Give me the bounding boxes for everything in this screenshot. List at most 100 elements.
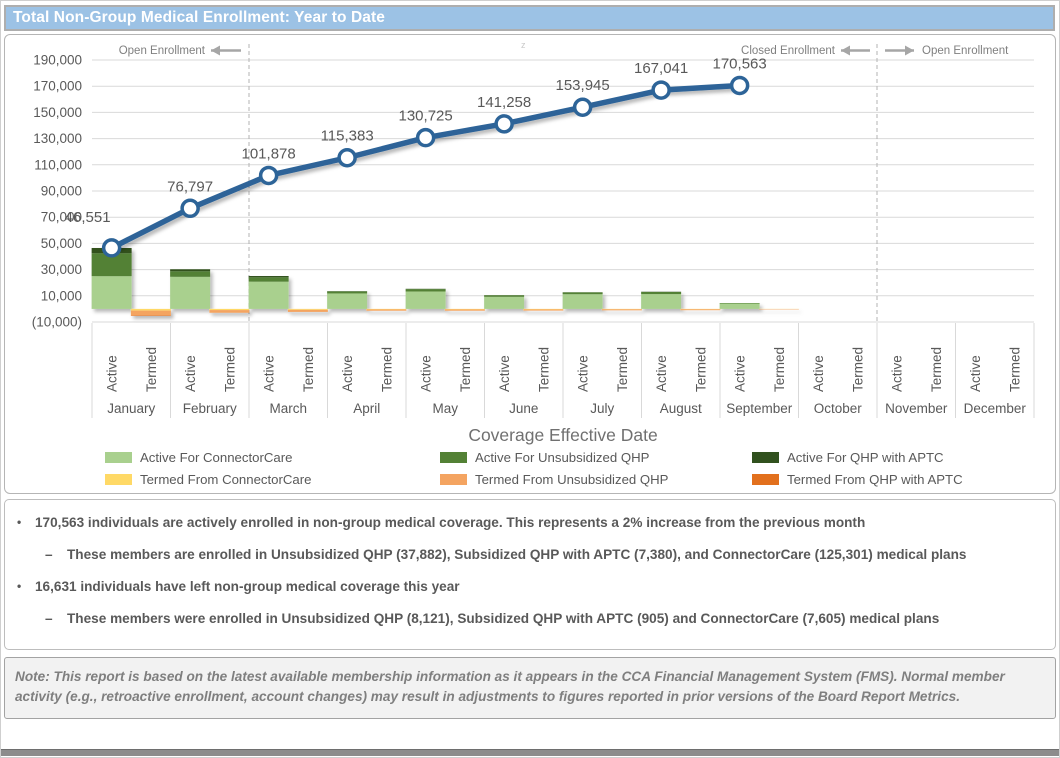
bullet-text: 16,631 individuals have left non-group m… [35, 579, 460, 596]
active-bar-connectorcare-march [249, 282, 289, 309]
termed-bar-connectorcare-april [366, 309, 406, 310]
active-bar-connectorcare-may [406, 291, 446, 308]
data-label-may: 130,725 [399, 108, 453, 125]
data-label-february: 76,797 [167, 178, 213, 195]
termed-bar-connectorcare-may [445, 309, 485, 310]
y-tick-label: 50,000 [41, 236, 82, 251]
month-label-september: September [726, 401, 793, 416]
termed-bar-unsubsidized_qhp-march [288, 310, 328, 312]
data-label-july: 153,945 [556, 77, 610, 94]
sub-label-termed-january: Termed [144, 347, 159, 392]
y-tick-label: 10,000 [41, 288, 82, 303]
annotation-arrow-head [905, 46, 914, 56]
legend-item-3: Termed From ConnectorCare [105, 472, 440, 487]
report-page: { "header": { "title": "Total Non-Group … [0, 0, 1060, 758]
y-tick-label: 30,000 [41, 262, 82, 277]
y-tick-label: 190,000 [33, 53, 82, 68]
sub-label-termed-june: Termed [536, 347, 551, 392]
active-bar-unsubsidized_qhp-july [563, 292, 603, 294]
x-axis-title: Coverage Effective Date [468, 425, 657, 445]
page-title: Total Non-Group Medical Enrollment: Year… [13, 9, 385, 26]
line-marker-august [653, 82, 669, 98]
month-label-october: October [814, 401, 863, 416]
termed-bar-unsubsidized_qhp-february [209, 310, 249, 312]
month-label-july: July [590, 401, 614, 416]
line-marker-april [339, 150, 355, 166]
y-tick-label: 170,000 [33, 79, 82, 94]
legend-label: Termed From ConnectorCare [140, 472, 312, 487]
report-title-bar: Total Non-Group Medical Enrollment: Year… [4, 5, 1055, 31]
sub-label-active-january: Active [105, 355, 120, 392]
sub-label-active-august: Active [654, 355, 669, 392]
line-marker-july [575, 99, 591, 115]
data-label-january: 46,551 [65, 209, 111, 226]
sub-label-termed-november: Termed [929, 347, 944, 392]
legend-item-5: Termed From QHP with APTC [752, 472, 1055, 487]
enrollment-chart-panel: 190,000170,000150,000130,000110,00090,00… [4, 34, 1056, 494]
sub-label-active-february: Active [183, 355, 198, 392]
chart-legend: Active For ConnectorCareActive For Unsub… [105, 450, 1055, 487]
bullet-marker: • [17, 579, 35, 596]
sub-label-termed-december: Termed [1007, 347, 1022, 392]
month-label-january: January [107, 401, 155, 416]
bullet-marker: – [45, 547, 67, 564]
active-bar-unsubsidized_qhp-august [641, 292, 681, 294]
active-bar-connectorcare-july [563, 294, 603, 309]
line-marker-may [418, 130, 434, 146]
legend-swatch-icon [440, 452, 467, 463]
y-tick-label: 150,000 [33, 105, 82, 120]
x-axis-labels: Active Termed January Active Termed February A… [105, 347, 1027, 416]
window-bottom-edge [1, 749, 1059, 756]
enrollment-chart: 190,000170,000150,000130,000110,00090,00… [5, 36, 1054, 448]
legend-item-1: Active For Unsubsidized QHP [440, 450, 752, 465]
month-label-march: March [269, 401, 307, 416]
y-tick-label: 130,000 [33, 131, 82, 146]
active-bar-unsubsidized_qhp-september [720, 303, 760, 304]
active-bar-connectorcare-june [484, 297, 524, 309]
sub-label-active-may: Active [419, 355, 434, 392]
sub-label-active-march: Active [262, 355, 277, 392]
sub-label-active-june: Active [497, 355, 512, 392]
legend-label: Active For Unsubsidized QHP [475, 450, 649, 465]
y-tick-label: 110,000 [34, 157, 82, 172]
month-label-december: December [964, 401, 1027, 416]
y-tick-label: (10,000) [32, 315, 82, 330]
watermark-z: z [521, 40, 526, 50]
annotation-arrow-head [841, 46, 850, 56]
bullet-item: •16,631 individuals have left non-group … [17, 579, 1039, 596]
month-label-february: February [183, 401, 237, 416]
sub-label-active-december: Active [968, 355, 983, 392]
sub-label-active-april: Active [340, 355, 355, 392]
month-label-april: April [353, 401, 380, 416]
sub-label-termed-march: Termed [301, 347, 316, 392]
bullet-marker: – [45, 611, 67, 628]
active-bar-connectorcare-february [170, 277, 210, 309]
sub-label-active-october: Active [811, 355, 826, 392]
legend-swatch-icon [752, 452, 779, 463]
sub-label-termed-february: Termed [222, 347, 237, 392]
active-bar-connectorcare-august [641, 294, 681, 309]
legend-label: Termed From QHP with APTC [787, 472, 963, 487]
active-bar-qhp_with_aptc-march [249, 276, 289, 277]
bullet-item: •170,563 individuals are actively enroll… [17, 515, 1039, 532]
sub-label-termed-july: Termed [615, 347, 630, 392]
sub-label-termed-september: Termed [772, 347, 787, 392]
bullet-sub-item: –These members are enrolled in Unsubsidi… [45, 547, 1039, 564]
active-bar-unsubsidized_qhp-february [170, 271, 210, 277]
month-label-june: June [509, 401, 538, 416]
termed-bar-connectorcare-june [523, 309, 563, 310]
sub-label-active-september: Active [733, 355, 748, 392]
line-marker-june [496, 116, 512, 132]
line-marker-september [732, 77, 748, 93]
active-bar-unsubsidized_qhp-march [249, 277, 289, 281]
line-marker-march [261, 167, 277, 183]
month-label-may: May [432, 401, 458, 416]
termed-bar-unsubsidized_qhp-may [445, 309, 485, 310]
line-marker-january [104, 240, 120, 256]
legend-swatch-icon [440, 474, 467, 485]
bullet-sub-item: –These members were enrolled in Unsubsid… [45, 611, 1039, 628]
line-marker-february [182, 200, 198, 216]
data-label-september: 170,563 [713, 55, 767, 72]
termed-bar-unsubsidized_qhp-august [680, 309, 720, 310]
active-bar-qhp_with_aptc-february [170, 269, 210, 271]
